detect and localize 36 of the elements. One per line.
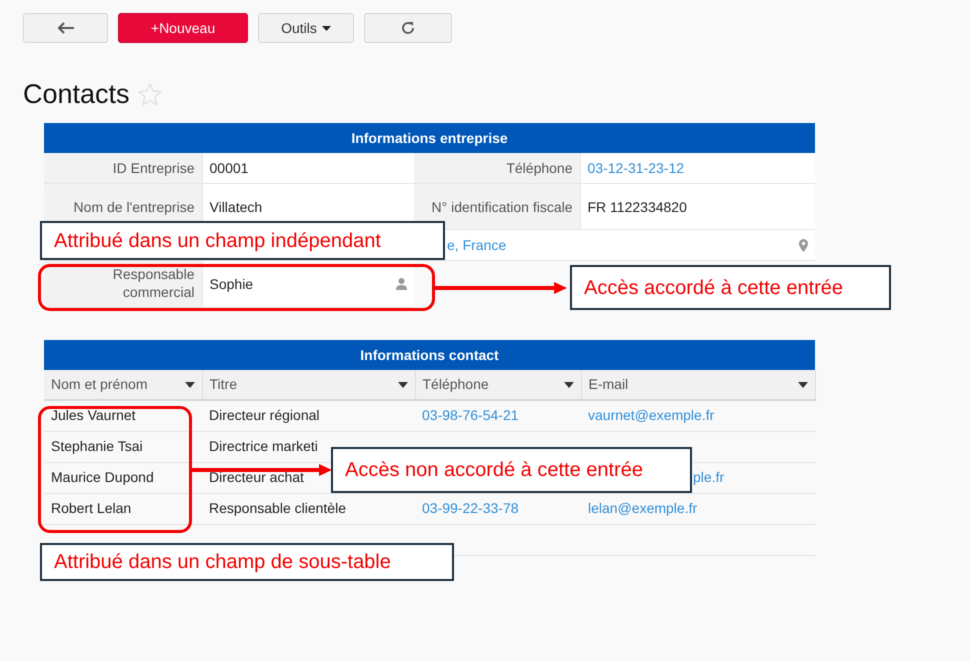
link-text[interactable]: 03-98-76-54-21 — [422, 407, 519, 424]
column-header[interactable]: Nom et prénom — [44, 370, 202, 400]
link-text[interactable]: 03-99-22-33-78 — [422, 500, 519, 516]
field-value: 00001 — [210, 159, 248, 178]
field-label: Nom de l'entreprise — [74, 198, 194, 216]
field-label: ID Entreprise — [112, 159, 194, 177]
section-header: Informations contact — [44, 340, 815, 370]
table-cell: Robert Lelan — [51, 500, 132, 516]
field-label: N° identification fiscale — [432, 198, 572, 216]
link-text[interactable]: ple.fr — [693, 469, 724, 485]
callout-box: Accès non accordé à cette entrée — [331, 447, 692, 493]
callout-box: Attribué dans un champ de sous-table — [40, 543, 454, 581]
column-header[interactable]: Titre — [202, 370, 415, 400]
address-link[interactable]: e, France — [447, 234, 506, 256]
table-cell: Stephanie Tsai — [51, 438, 143, 454]
column-header[interactable]: E-mail — [581, 370, 815, 400]
table-cell: Responsable clientèle — [209, 500, 346, 516]
tools-dropdown[interactable]: Outils — [258, 13, 354, 43]
section-header: Informations entreprise — [44, 123, 815, 153]
link-text[interactable]: lelan@exemple.fr — [588, 500, 698, 516]
table-cell: Directrice marketi — [209, 438, 318, 454]
column-header[interactable]: Téléphone — [415, 370, 581, 400]
field-value: Sophie — [210, 275, 254, 294]
table-cell: Maurice Dupond — [51, 469, 154, 485]
callout-box: Attribué dans un champ indépendant — [40, 221, 445, 260]
field-value: Villatech — [210, 198, 262, 216]
table-cell: Jules Vaurnet — [51, 407, 136, 424]
new-button[interactable]: +Nouveau — [118, 13, 248, 43]
field-label: Téléphone — [506, 159, 572, 177]
field-label: Responsable commercial — [112, 265, 194, 301]
table-cell: Directeur achat — [209, 469, 304, 485]
callout-box: Accès accordé à cette entrée — [570, 265, 891, 310]
table-cell: Directeur régional — [209, 407, 320, 424]
field-value: FR 1122334820 — [588, 198, 687, 216]
page-title: Contacts — [23, 78, 130, 110]
link-text[interactable]: vaurnet@exemple.fr — [588, 407, 714, 424]
